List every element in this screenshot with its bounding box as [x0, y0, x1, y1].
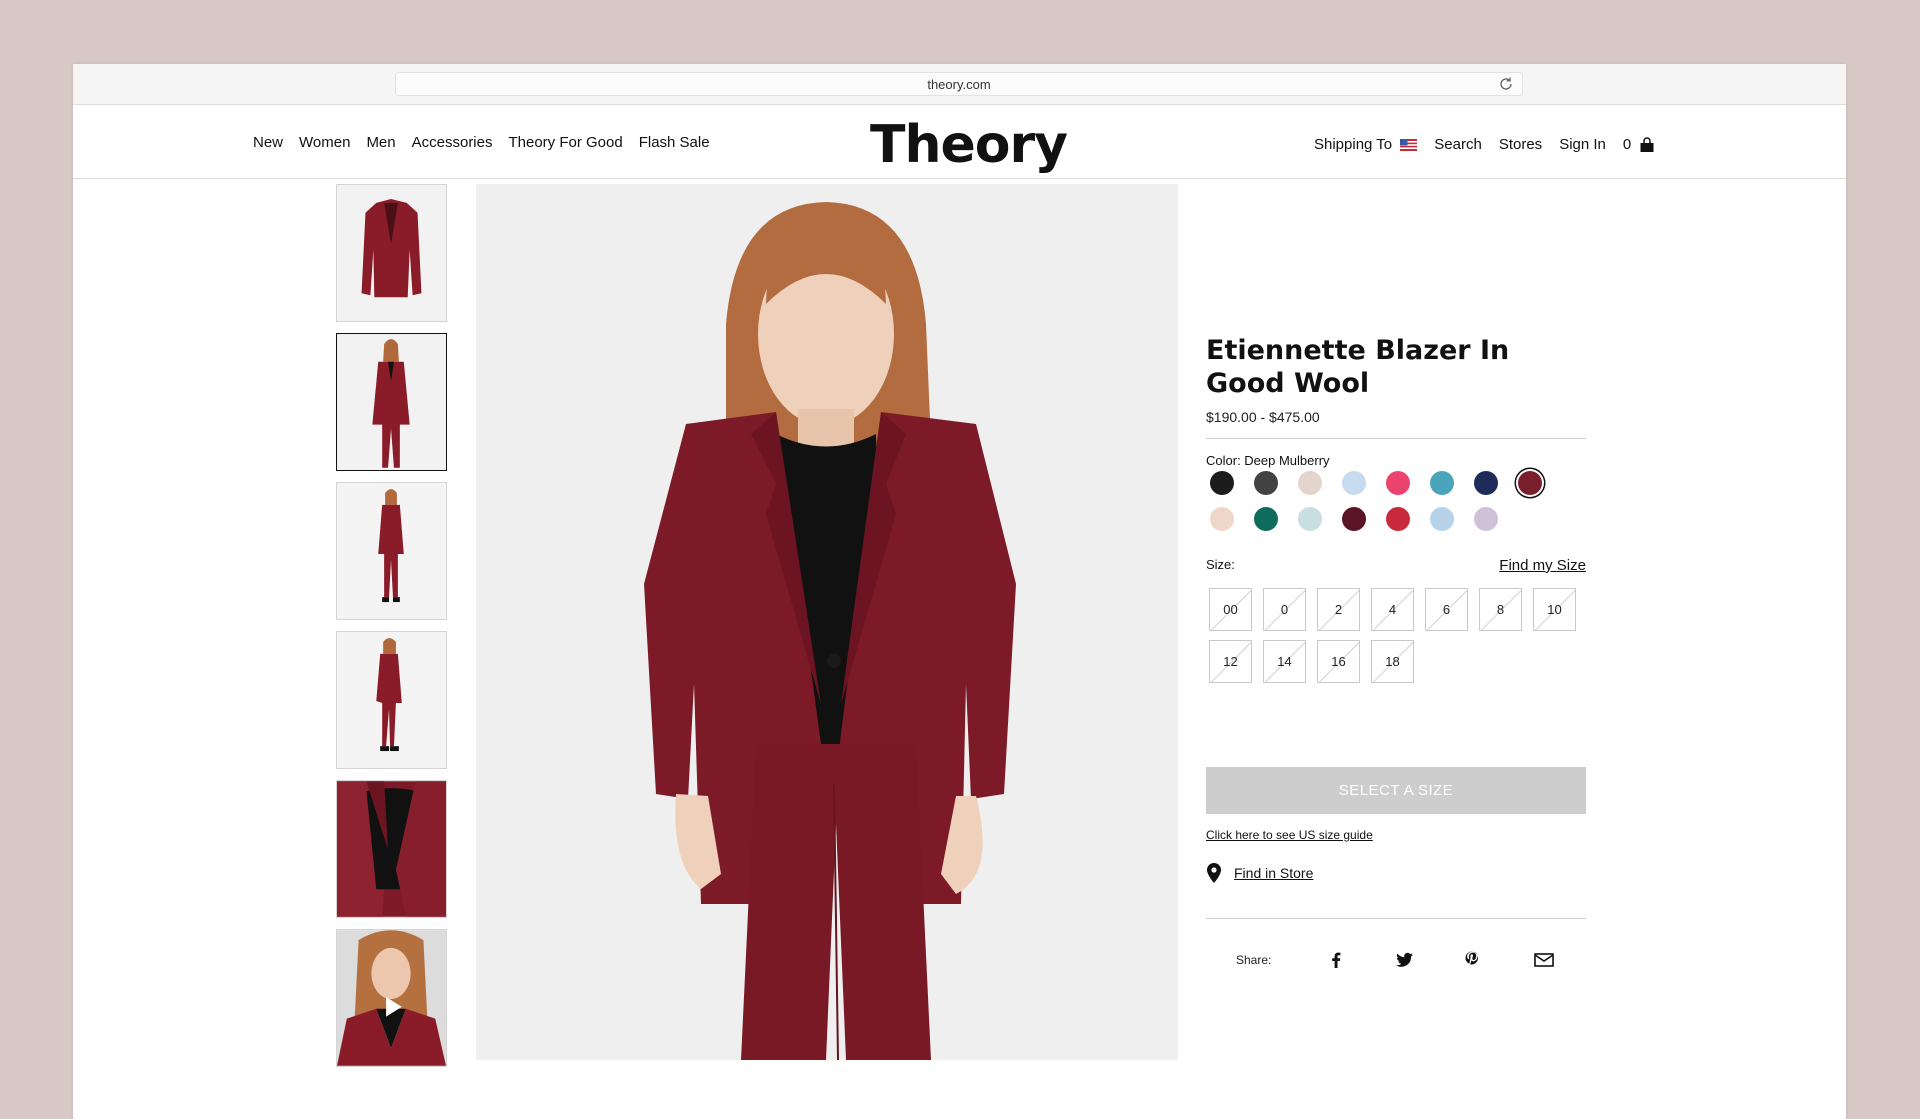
color-swatch[interactable]	[1342, 507, 1366, 531]
nav-flash-sale[interactable]: Flash Sale	[639, 134, 710, 151]
color-swatch[interactable]	[1386, 471, 1410, 495]
color-swatch[interactable]	[1210, 507, 1234, 531]
search-link[interactable]: Search	[1434, 136, 1482, 153]
thumbnail-video[interactable]	[336, 929, 447, 1067]
size-option[interactable]: 16	[1317, 640, 1360, 683]
divider	[1206, 438, 1586, 439]
site-header: New Women Men Accessories Theory For Goo…	[73, 105, 1846, 179]
size-option-label: 14	[1277, 654, 1292, 669]
sign-in-link[interactable]: Sign In	[1559, 136, 1606, 153]
nav-theory-for-good[interactable]: Theory For Good	[508, 134, 622, 151]
thumbnail-5[interactable]	[336, 780, 447, 918]
browser-window: theory.com New Women Men Accessories The…	[73, 64, 1846, 1119]
shopping-bag-icon	[1640, 136, 1654, 152]
color-swatch[interactable]	[1474, 471, 1498, 495]
us-flag-icon	[1400, 139, 1418, 151]
thumbnail-2[interactable]	[336, 333, 447, 471]
color-swatch[interactable]	[1254, 507, 1278, 531]
size-option-label: 12	[1223, 654, 1238, 669]
facebook-icon[interactable]	[1324, 948, 1348, 972]
color-swatch[interactable]	[1254, 471, 1278, 495]
color-swatch[interactable]	[1298, 471, 1322, 495]
size-option-label: 8	[1496, 602, 1505, 617]
size-option-label: 10	[1547, 602, 1562, 617]
size-option-label: 6	[1442, 602, 1451, 617]
color-swatch[interactable]	[1430, 471, 1454, 495]
browser-toolbar: theory.com	[73, 64, 1846, 105]
shipping-to-link[interactable]: Shipping To	[1314, 136, 1418, 153]
bag-count: 0	[1622, 136, 1632, 153]
product-price: $190.00 - $475.00	[1206, 409, 1320, 425]
size-option[interactable]: 12	[1209, 640, 1252, 683]
stores-link[interactable]: Stores	[1499, 136, 1542, 153]
size-option[interactable]: 8	[1479, 588, 1522, 631]
thumbnail-1[interactable]	[336, 184, 447, 322]
size-option-label: 18	[1385, 654, 1400, 669]
color-swatch[interactable]	[1298, 507, 1322, 531]
find-in-store[interactable]: Find in Store	[1206, 862, 1313, 884]
pinterest-icon[interactable]	[1460, 948, 1484, 972]
share-label: Share:	[1236, 953, 1272, 967]
main-nav: New Women Men Accessories Theory For Goo…	[253, 134, 710, 151]
nav-women[interactable]: Women	[299, 134, 350, 151]
product-main-image[interactable]	[476, 184, 1178, 1060]
nav-men[interactable]: Men	[366, 134, 395, 151]
color-swatch[interactable]	[1386, 507, 1410, 531]
size-option[interactable]: 14	[1263, 640, 1306, 683]
size-option-label: 00	[1223, 602, 1238, 617]
size-option[interactable]: 10	[1533, 588, 1576, 631]
size-option[interactable]: 6	[1425, 588, 1468, 631]
shipping-label: Shipping To	[1314, 136, 1393, 153]
color-swatch[interactable]	[1474, 507, 1498, 531]
color-swatch[interactable]	[1210, 471, 1234, 495]
size-guide-link[interactable]: Click here to see US size guide	[1206, 828, 1373, 842]
utility-nav: Shipping To Search Stores Sign In 0	[1314, 136, 1655, 153]
email-icon[interactable]	[1532, 948, 1556, 972]
product-title: Etiennette Blazer In Good Wool	[1206, 335, 1510, 399]
share-bar: Share:	[1206, 908, 1586, 998]
size-option[interactable]: 4	[1371, 588, 1414, 631]
color-swatch[interactable]	[1342, 471, 1366, 495]
thumbnail-3[interactable]	[336, 482, 447, 620]
size-option-label: 2	[1334, 602, 1343, 617]
nav-new[interactable]: New	[253, 134, 283, 151]
size-option-label: 4	[1388, 602, 1397, 617]
color-label: Color: Deep Mulberry	[1206, 453, 1330, 468]
size-option[interactable]: 0	[1263, 588, 1306, 631]
location-pin-icon	[1207, 863, 1221, 883]
thumbnail-4[interactable]	[336, 631, 447, 769]
color-swatch[interactable]	[1518, 471, 1542, 495]
address-bar[interactable]: theory.com	[395, 72, 1523, 96]
bag-button[interactable]: 0	[1623, 136, 1655, 153]
size-option[interactable]: 00	[1209, 588, 1252, 631]
logo[interactable]: Theory	[870, 115, 1068, 175]
url-text: theory.com	[927, 77, 991, 92]
size-option-label: 16	[1331, 654, 1346, 669]
reload-icon[interactable]	[1498, 76, 1514, 92]
size-option[interactable]: 2	[1317, 588, 1360, 631]
size-label: Size:	[1206, 557, 1235, 572]
color-swatch[interactable]	[1430, 507, 1454, 531]
nav-accessories[interactable]: Accessories	[412, 134, 493, 151]
find-in-store-link: Find in Store	[1234, 865, 1314, 881]
size-option-label: 0	[1280, 602, 1289, 617]
twitter-icon[interactable]	[1392, 948, 1416, 972]
size-option[interactable]: 18	[1371, 640, 1414, 683]
find-my-size-link[interactable]: Find my Size	[1499, 557, 1586, 574]
select-size-button[interactable]: SELECT A SIZE	[1206, 767, 1586, 814]
